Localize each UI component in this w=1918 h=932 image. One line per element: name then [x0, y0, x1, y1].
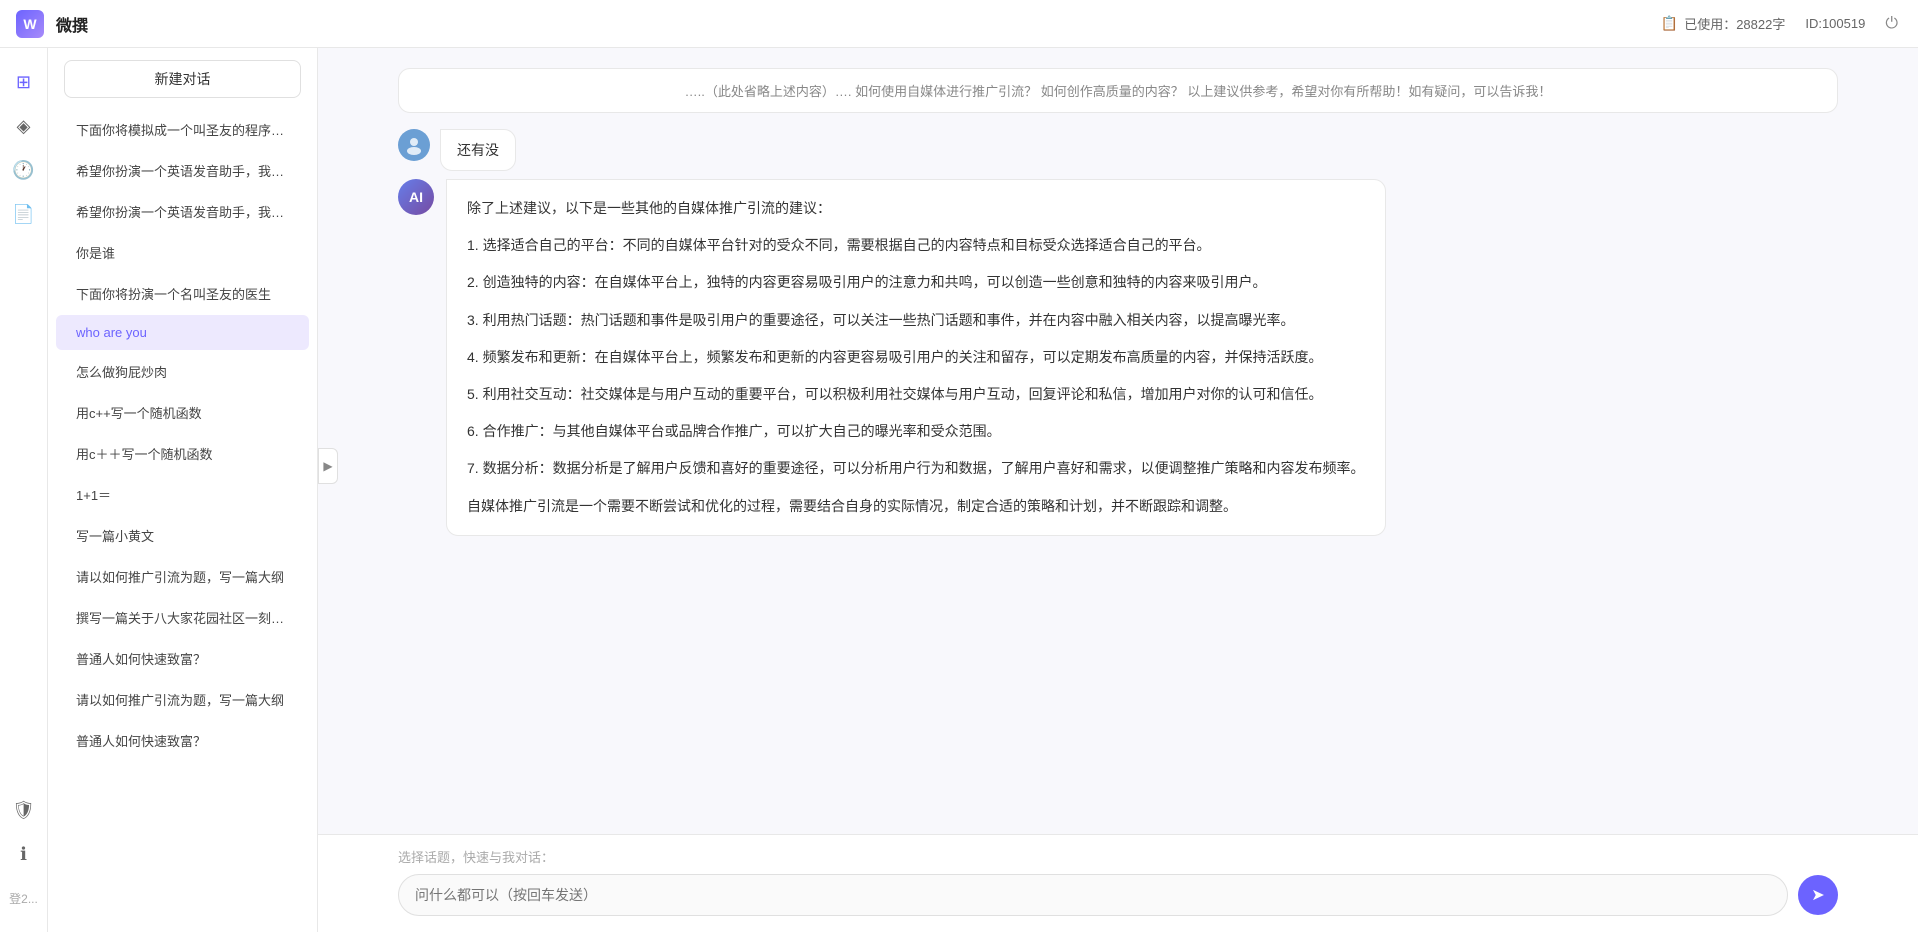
sidebar-item-6[interactable]: 怎么做狗屁炒肉 — [56, 352, 309, 391]
bottom-area: 选择话题，快速与我对话： ➤ — [318, 834, 1918, 932]
ai-para-8: 自媒体推广引流是一个需要不断尝试和优化的过程，需要结合自身的实际情况，制定合适的… — [467, 494, 1365, 519]
sidebar-item-13[interactable]: 普通人如何快速致富？ — [56, 639, 309, 678]
id-label: ID:100519 — [1805, 16, 1865, 31]
sidebar: 新建对话 下面你将模拟成一个叫圣友的程序员，我说... 希望你扮演一个英语发音助… — [48, 48, 318, 932]
new-chat-button[interactable]: 新建对话 — [64, 60, 301, 98]
ai-para-7: 7. 数据分析：数据分析是了解用户反馈和喜好的重要途径，可以分析用户行为和数据，… — [467, 456, 1365, 481]
app-title: 微撰 — [56, 12, 88, 36]
sidebar-item-2[interactable]: 希望你扮演一个英语发音助手，我提供给你... — [56, 192, 309, 231]
sidebar-item-3[interactable]: 你是谁 — [56, 233, 309, 272]
topbar: W 微撰 📋 已使用：28822字 ID:100519 ⏻ — [0, 0, 1918, 48]
sidebar-item-5[interactable]: who are you — [56, 315, 309, 350]
ai-para-2: 2. 创造独特的内容：在自媒体平台上，独特的内容更容易吸引用户的注意力和共鸣，可… — [467, 270, 1365, 295]
topbar-right: 📋 已使用：28822字 ID:100519 ⏻ — [1661, 14, 1898, 33]
ai-bubble: 除了上述建议，以下是一些其他的自媒体推广引流的建议： 1. 选择适合自己的平台：… — [446, 179, 1386, 536]
ai-para-1: 1. 选择适合自己的平台：不同的自媒体平台针对的受众不同，需要根据自己的内容特点… — [467, 233, 1365, 258]
home-icon[interactable]: ⊞ — [6, 64, 42, 100]
user-avatar — [398, 129, 430, 161]
user-message-row: 还有没 — [398, 129, 1838, 171]
main-area: …..（此处省略上述内容）…. 如何使用自媒体进行推广引流？ 如何创作高质量的内… — [318, 48, 1918, 932]
sidebar-item-15[interactable]: 普通人如何快速致富？ — [56, 721, 309, 760]
chat-input[interactable] — [398, 874, 1788, 916]
user-bubble: 还有没 — [440, 129, 516, 171]
sidebar-item-7[interactable]: 用c++写一个随机函数 — [56, 393, 309, 432]
usage-icon: 📋 — [1661, 15, 1678, 32]
sidebar-item-11[interactable]: 请以如何推广引流为题，写一篇大纲 — [56, 557, 309, 596]
power-button[interactable]: ⏻ — [1885, 15, 1898, 33]
truncated-message: …..（此处省略上述内容）…. 如何使用自媒体进行推广引流？ 如何创作高质量的内… — [398, 68, 1838, 113]
sidebar-toggle[interactable]: ▶ — [318, 448, 338, 484]
sidebar-item-0[interactable]: 下面你将模拟成一个叫圣友的程序员，我说... — [56, 110, 309, 149]
info-icon[interactable]: ℹ — [6, 836, 42, 872]
topbar-left: W 微撰 — [16, 10, 88, 38]
ai-para-5: 5. 利用社交互动：社交媒体是与用户互动的重要平台，可以积极利用社交媒体与用户互… — [467, 382, 1365, 407]
document-icon[interactable]: 📄 — [6, 196, 42, 232]
ai-para-6: 6. 合作推广：与其他自媒体平台或品牌合作推广，可以扩大自己的曝光率和受众范围。 — [467, 419, 1365, 444]
sidebar-item-12[interactable]: 撰写一篇关于八大家花园社区一刻钟便民生... — [56, 598, 309, 637]
send-button[interactable]: ➤ — [1798, 875, 1838, 915]
sidebar-item-4[interactable]: 下面你将扮演一个名叫圣友的医生 — [56, 274, 309, 313]
usage-info: 📋 已使用：28822字 — [1661, 14, 1786, 33]
usage-text: 已使用：28822字 — [1684, 14, 1785, 33]
sidebar-item-10[interactable]: 写一篇小黄文 — [56, 516, 309, 555]
sidebar-item-14[interactable]: 请以如何推广引流为题，写一篇大纲 — [56, 680, 309, 719]
user-icon[interactable]: 登2... — [6, 880, 42, 916]
truncated-text: …..（此处省略上述内容）…. 如何使用自媒体进行推广引流？ 如何创作高质量的内… — [685, 84, 1552, 99]
package-icon[interactable]: ◈ — [6, 108, 42, 144]
icon-rail: ⊞ ◈ 🕐 📄 🛡 ℹ 登2... — [0, 48, 48, 932]
quick-select-label: 选择话题，快速与我对话： — [398, 847, 1838, 866]
chat-area: …..（此处省略上述内容）…. 如何使用自媒体进行推广引流？ 如何创作高质量的内… — [318, 48, 1918, 834]
clock-icon[interactable]: 🕐 — [6, 152, 42, 188]
ai-message: AI 除了上述建议，以下是一些其他的自媒体推广引流的建议： 1. 选择适合自己的… — [398, 179, 1838, 536]
sidebar-item-1[interactable]: 希望你扮演一个英语发音助手，我提供给你... — [56, 151, 309, 190]
shield-icon[interactable]: 🛡 — [6, 792, 42, 828]
ai-para-4: 4. 频繁发布和更新：在自媒体平台上，频繁发布和更新的内容更容易吸引用户的关注和… — [467, 345, 1365, 370]
logo-icon: W — [16, 10, 44, 38]
send-icon: ➤ — [1811, 885, 1824, 905]
input-row: ➤ — [398, 874, 1838, 916]
user-message-text: 还有没 — [457, 142, 499, 158]
ai-para-0: 除了上述建议，以下是一些其他的自媒体推广引流的建议： — [467, 196, 1365, 221]
rail-bottom: 🛡 ℹ 登2... — [6, 792, 42, 916]
ai-para-3: 3. 利用热门话题：热门话题和事件是吸引用户的重要途径，可以关注一些热门话题和事… — [467, 308, 1365, 333]
sidebar-item-9[interactable]: 1+1＝ — [56, 475, 309, 514]
sidebar-item-8[interactable]: 用c＋＋写一个随机函数 — [56, 434, 309, 473]
ai-avatar: AI — [398, 179, 434, 215]
